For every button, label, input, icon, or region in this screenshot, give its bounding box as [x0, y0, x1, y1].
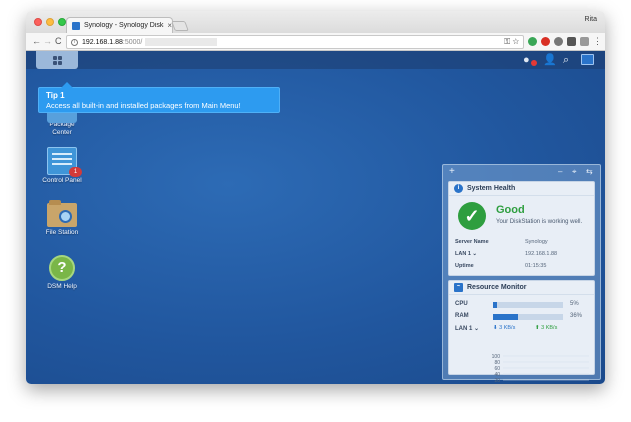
cpu-row: CPU 5%	[455, 301, 579, 308]
widget-panel-header: + – ⌖ ⇆	[443, 165, 600, 179]
ram-bar	[493, 314, 563, 320]
tip-tooltip[interactable]: Tip 1 Access all built-in and installed …	[38, 82, 280, 113]
tip-text: Access all built-in and installed packag…	[46, 101, 241, 110]
lan-download-rate: ⬇ 3 KB/s	[493, 325, 516, 331]
info-row-lan[interactable]: LAN 1 ⌄ 192.168.1.88	[455, 251, 590, 257]
checkmark-icon: ✓	[458, 202, 486, 230]
title-bar: Synology - Synology DiskStation × Rita	[26, 11, 605, 33]
resource-monitor-widget: ~ Resource Monitor CPU 5% RAM 36% LAN 1 …	[448, 280, 595, 384]
forward-icon[interactable]: →	[43, 36, 52, 47]
user-icon[interactable]: 👤	[543, 54, 557, 66]
resource-monitor-title: Resource Monitor	[467, 284, 527, 291]
system-health-widget: i System Health ✓ Good Your DiskStation …	[448, 181, 595, 276]
minimize-icon[interactable]: –	[558, 167, 562, 177]
control-panel-icon: 1	[47, 147, 82, 177]
help-icon: ?	[49, 255, 75, 281]
info-row-uptime: Uptime 01:15:35	[455, 263, 547, 269]
dsm-help-label: DSM Help	[47, 283, 77, 290]
dsm-desktop: ● 👤 ⌕ Package Center 1 Control Panel Fil…	[26, 51, 605, 384]
lan-row[interactable]: LAN 1 ⌄ ⬇ 3 KB/s ⬆ 3 KB/s	[455, 325, 590, 333]
resource-monitor-header: ~ Resource Monitor	[449, 281, 594, 295]
url-host: 192.168.1.88	[82, 38, 123, 46]
browser-toolbar: ← → C i 192.168.1.88 :5000/ ⚿ ☆ ⋮	[26, 33, 605, 51]
notifications-icon[interactable]: ●	[523, 54, 530, 66]
tip-title: Tip 1	[46, 91, 65, 100]
package-center-label: Package Center	[49, 121, 75, 136]
folder-search-icon	[47, 200, 77, 227]
profile-name[interactable]: Rita	[585, 16, 597, 23]
monitor-icon: ~	[454, 283, 463, 292]
url-redacted	[145, 38, 218, 46]
info-icon: i	[454, 184, 463, 193]
search-icon[interactable]: ⌕	[563, 54, 569, 66]
browser-menu-icon[interactable]: ⋮	[593, 36, 602, 47]
tab-title: Synology - Synology DiskStation	[84, 22, 164, 29]
health-message: Your DiskStation is working well.	[496, 219, 583, 225]
ram-row: RAM 36%	[455, 313, 583, 320]
address-bar[interactable]: i 192.168.1.88 :5000/ ⚿ ☆	[66, 35, 524, 49]
info-row-server-name: Server Name Synology	[455, 239, 548, 245]
extension-square-icon[interactable]	[567, 37, 576, 46]
system-health-title: System Health	[467, 185, 516, 192]
network-chart: 100806040200	[492, 354, 589, 384]
cpu-bar	[493, 302, 563, 308]
browser-tab[interactable]: Synology - Synology DiskStation ×	[66, 17, 173, 33]
control-panel-shortcut[interactable]: 1 Control Panel	[32, 147, 92, 185]
system-health-header: i System Health	[449, 182, 594, 196]
bookmark-star-icon[interactable]: ⚿ ☆	[504, 37, 519, 47]
extension-gray-icon[interactable]	[554, 37, 563, 46]
notification-badge	[531, 60, 537, 66]
health-status: Good	[496, 204, 525, 216]
control-panel-badge: 1	[69, 167, 82, 177]
main-menu-button[interactable]	[36, 51, 78, 69]
add-widget-icon[interactable]: +	[449, 167, 455, 177]
control-panel-label: Control Panel	[42, 177, 82, 184]
dsm-taskbar: ● 👤 ⌕	[26, 51, 605, 69]
extension-light-icon[interactable]	[580, 37, 589, 46]
new-tab-button[interactable]	[171, 21, 189, 31]
minimize-window-button[interactable]	[46, 18, 54, 26]
widgets-toggle-button[interactable]	[581, 54, 594, 65]
site-info-icon[interactable]: i	[71, 38, 78, 46]
dsm-help-shortcut[interactable]: ? DSM Help	[32, 255, 92, 291]
file-station-label: File Station	[45, 229, 79, 236]
lan-upload-rate: ⬆ 3 KB/s	[535, 325, 558, 331]
synology-favicon-icon	[72, 21, 80, 30]
file-station-shortcut[interactable]: File Station	[32, 200, 92, 237]
widget-panel: + – ⌖ ⇆ i System Health ✓ Good Your Disk…	[442, 164, 601, 384]
extension-adblock-icon[interactable]	[541, 37, 550, 46]
grid-icon	[52, 55, 62, 65]
pin-icon[interactable]: ⌖	[572, 167, 577, 177]
close-window-button[interactable]	[34, 18, 42, 26]
url-port: :5000/	[122, 38, 143, 46]
browser-window: Synology - Synology DiskStation × Rita ←…	[26, 11, 605, 384]
maximize-window-button[interactable]	[58, 18, 66, 26]
back-icon[interactable]: ←	[32, 36, 41, 47]
widget-settings-icon[interactable]: ⇆	[586, 167, 593, 177]
reload-icon[interactable]: C	[55, 36, 62, 47]
extension-green-icon[interactable]	[528, 37, 537, 46]
